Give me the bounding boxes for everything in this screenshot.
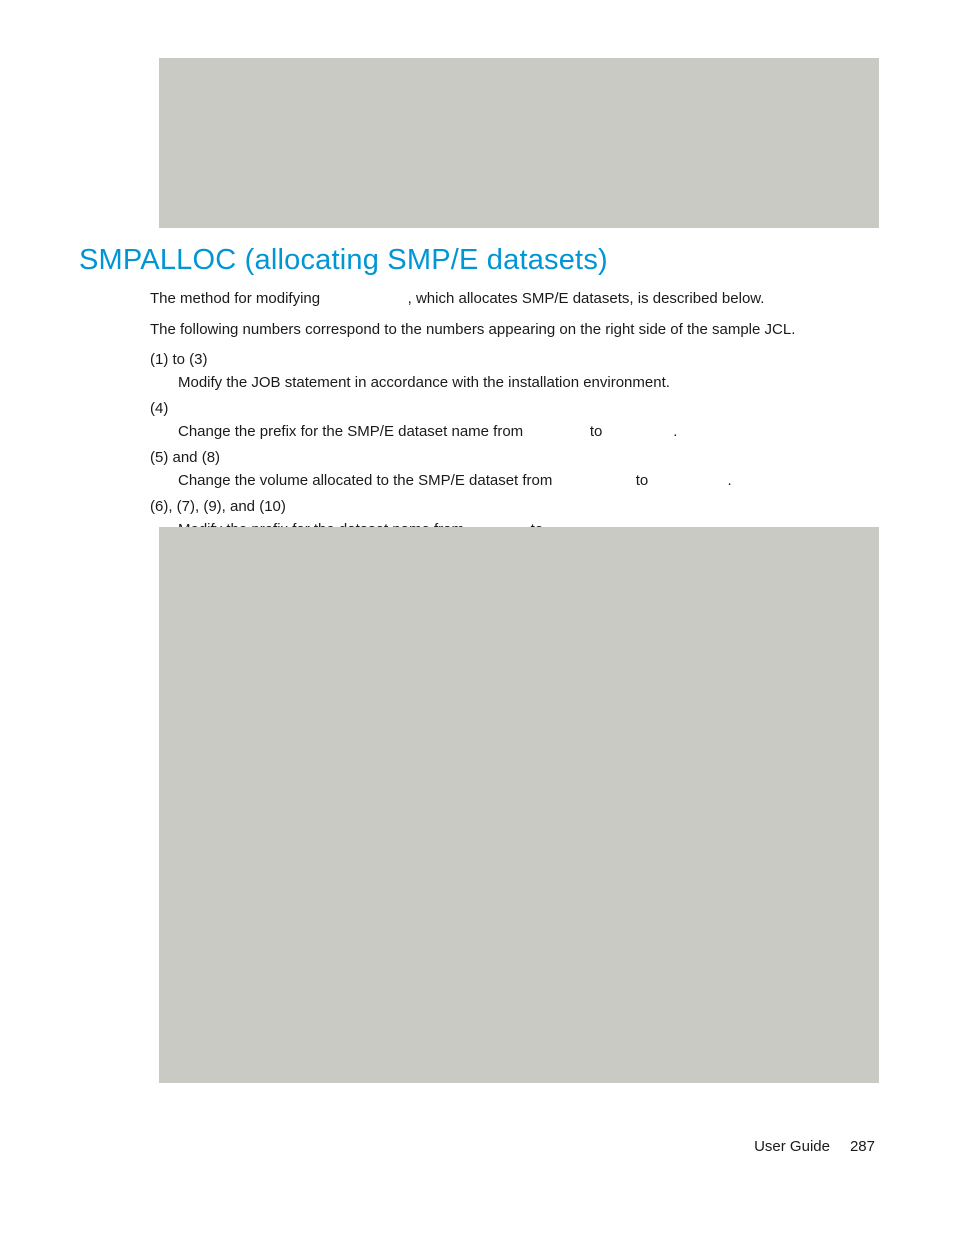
- text: The method for modifying: [150, 290, 324, 307]
- footer-label: User Guide: [754, 1138, 830, 1155]
- list-label-1: (1) to (3): [150, 349, 880, 372]
- blank-gap: [607, 423, 674, 440]
- page-number: 287: [850, 1138, 875, 1155]
- list-desc-3: Change the volume allocated to the SMP/E…: [150, 470, 880, 493]
- list-label-4: (6), (7), (9), and (10): [150, 496, 880, 519]
- section-heading: SMPALLOC (allocating SMP/E datasets): [79, 244, 608, 277]
- text: to: [586, 423, 607, 440]
- text: , which allocates SMP/E datasets, is des…: [408, 290, 765, 307]
- intro-paragraph-2: The following numbers correspond to the …: [150, 319, 880, 342]
- text: to: [632, 472, 653, 489]
- text: Change the volume allocated to the SMP/E…: [178, 472, 557, 489]
- intro-paragraph-1: The method for modifying , which allocat…: [150, 288, 880, 311]
- blank-gap: [324, 290, 407, 307]
- blank-gap: [527, 423, 585, 440]
- list-label-3: (5) and (8): [150, 447, 880, 470]
- blank-gap: [557, 472, 632, 489]
- figure-placeholder-bottom: [159, 527, 879, 1083]
- list-desc-2: Change the prefix for the SMP/E dataset …: [150, 421, 880, 444]
- list-desc-1: Modify the JOB statement in accordance w…: [150, 372, 880, 395]
- list-label-2: (4): [150, 398, 880, 421]
- content-block: The method for modifying , which allocat…: [150, 288, 880, 543]
- text: .: [673, 423, 677, 440]
- text: Change the prefix for the SMP/E dataset …: [178, 423, 527, 440]
- blank-gap: [652, 472, 727, 489]
- text: .: [727, 472, 731, 489]
- figure-placeholder-top: [159, 58, 879, 228]
- page-footer: User Guide 287: [754, 1138, 875, 1155]
